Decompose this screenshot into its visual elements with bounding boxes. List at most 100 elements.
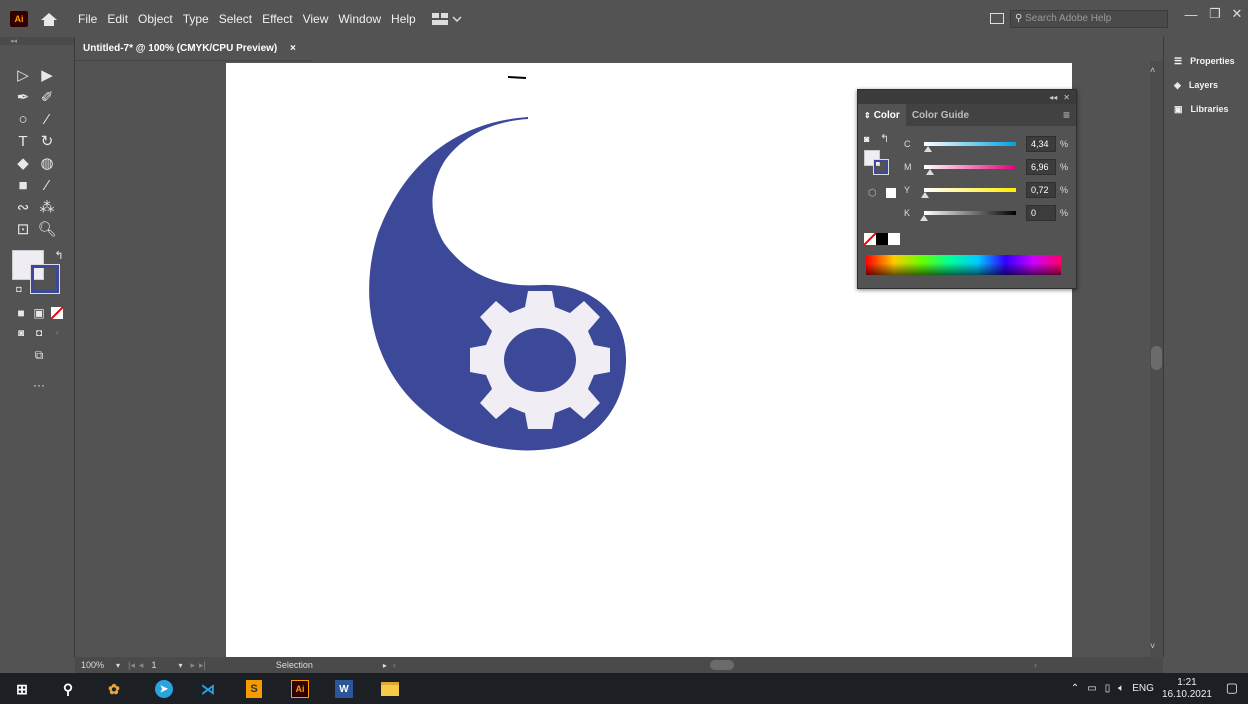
zoom-tool-icon[interactable]: 🔍︎ bbox=[36, 219, 58, 239]
telegram-icon[interactable]: ➤ bbox=[154, 679, 174, 699]
vertical-scrollbar[interactable]: ˄ ˅ bbox=[1150, 61, 1163, 657]
workspace-switcher[interactable] bbox=[431, 12, 462, 25]
draw-inside-icon[interactable]: ◦ bbox=[46, 323, 68, 343]
layers-panel-button[interactable]: ◈ Layers bbox=[1164, 73, 1248, 97]
cyan-value-field[interactable]: 4,34 bbox=[1026, 136, 1056, 152]
scroll-left-icon[interactable]: ‹ bbox=[393, 660, 396, 670]
menu-file[interactable]: File bbox=[78, 12, 97, 26]
scroll-up-icon[interactable]: ˄ bbox=[1150, 65, 1155, 75]
restore-button[interactable]: ❐ bbox=[1204, 0, 1226, 28]
pen-tool-icon[interactable]: ✒ bbox=[12, 87, 34, 107]
yellow-slider[interactable] bbox=[920, 188, 1016, 198]
menu-effect[interactable]: Effect bbox=[262, 12, 292, 26]
paint-app-icon[interactable]: ✿ bbox=[104, 679, 124, 699]
ellipse-tool-icon[interactable]: ○ bbox=[12, 109, 34, 129]
file-explorer-icon[interactable] bbox=[380, 679, 400, 699]
page-dropdown-icon[interactable]: ▾ bbox=[178, 661, 182, 670]
toolbar-grip[interactable]: ◂◂ bbox=[0, 37, 74, 45]
search-taskbar-icon[interactable]: ⚲ bbox=[58, 679, 78, 699]
close-tab-icon[interactable]: × bbox=[290, 43, 296, 54]
shape-builder-tool-icon[interactable]: ◍ bbox=[36, 153, 58, 173]
type-tool-icon[interactable]: T bbox=[12, 131, 34, 151]
cyan-slider-thumb[interactable] bbox=[924, 146, 932, 152]
magenta-value-field[interactable]: 6,96 bbox=[1026, 159, 1056, 175]
gradient-tool-icon[interactable]: ■ bbox=[12, 175, 34, 195]
properties-panel-button[interactable]: ☰ Properties bbox=[1164, 49, 1248, 73]
rotate-tool-icon[interactable]: ↻ bbox=[36, 131, 58, 151]
symbol-sprayer-tool-icon[interactable]: ⁂ bbox=[36, 197, 58, 217]
artboard-tool-icon[interactable]: ⊡ bbox=[12, 219, 34, 239]
default-fill-stroke-icon[interactable]: ◘ bbox=[8, 279, 30, 299]
menu-view[interactable]: View bbox=[303, 12, 329, 26]
gear-icon[interactable] bbox=[470, 291, 610, 429]
scroll-down-icon[interactable]: ˅ bbox=[1150, 641, 1155, 651]
minimize-button[interactable]: — bbox=[1180, 0, 1202, 28]
eyedropper-tool-icon[interactable]: ⁄ bbox=[36, 175, 58, 195]
stroke-swatch[interactable] bbox=[30, 264, 60, 294]
sublime-text-icon[interactable]: S bbox=[244, 679, 264, 699]
horizontal-scroll-thumb[interactable] bbox=[709, 660, 734, 670]
arrange-documents-icon[interactable] bbox=[990, 13, 1004, 24]
swap-colors-icon[interactable]: ↰ bbox=[880, 132, 889, 145]
close-window-button[interactable]: ✕ bbox=[1226, 0, 1248, 28]
tab-color[interactable]: ⇕ Color bbox=[858, 104, 906, 126]
magenta-slider[interactable] bbox=[924, 165, 1016, 175]
last-page-icon[interactable]: ▸| bbox=[199, 660, 206, 671]
close-panel-icon[interactable]: ✕ bbox=[1063, 93, 1070, 102]
first-page-icon[interactable]: |◂ bbox=[128, 660, 135, 671]
stroke-color-swatch[interactable] bbox=[873, 159, 889, 175]
menu-type[interactable]: Type bbox=[183, 12, 209, 26]
cyan-slider[interactable] bbox=[924, 142, 1016, 152]
dock-grip[interactable] bbox=[1164, 37, 1248, 49]
swap-fill-stroke-icon[interactable]: ↰ bbox=[48, 245, 70, 265]
home-icon[interactable] bbox=[40, 11, 58, 27]
next-page-icon[interactable]: ▸ bbox=[190, 660, 195, 671]
libraries-panel-button[interactable]: ▣ Libraries bbox=[1164, 97, 1248, 121]
web-safe-color-swatch[interactable] bbox=[886, 188, 896, 198]
menu-edit[interactable]: Edit bbox=[107, 12, 128, 26]
scroll-right-icon[interactable]: › bbox=[1034, 660, 1037, 670]
show-hidden-icons-icon[interactable]: ⌃ bbox=[1071, 683, 1079, 694]
magenta-slider-thumb[interactable] bbox=[926, 169, 935, 175]
yellow-value-field[interactable]: 0,72 bbox=[1026, 182, 1056, 198]
eraser-tool-icon[interactable]: ◆ bbox=[12, 153, 34, 173]
color-spectrum[interactable] bbox=[866, 255, 1061, 275]
document-tab[interactable]: Untitled-7* @ 100% (CMYK/CPU Preview) × bbox=[75, 37, 311, 61]
panel-menu-icon[interactable]: ≡ bbox=[1063, 108, 1070, 122]
curvature-tool-icon[interactable]: ✐ bbox=[36, 87, 58, 107]
none-swatch[interactable] bbox=[864, 233, 876, 245]
status-menu-icon[interactable]: ▸ bbox=[383, 661, 387, 670]
collapse-panel-icon[interactable]: ◂◂ bbox=[1049, 93, 1057, 102]
screen-mode-icon[interactable]: ⧉ bbox=[28, 345, 50, 365]
default-colors-icon[interactable]: ◙ bbox=[864, 134, 874, 144]
network-icon[interactable]: ▭ bbox=[1087, 683, 1096, 694]
tab-color-guide[interactable]: Color Guide bbox=[906, 104, 975, 126]
black-slider[interactable] bbox=[920, 211, 1016, 221]
search-help-input[interactable]: ⚲ Search Adobe Help bbox=[1010, 10, 1168, 28]
black-swatch[interactable] bbox=[876, 233, 888, 245]
menu-select[interactable]: Select bbox=[219, 12, 252, 26]
language-indicator[interactable]: ENG bbox=[1132, 683, 1154, 694]
notifications-icon[interactable]: ▢ bbox=[1226, 680, 1238, 696]
prev-page-icon[interactable]: ◂ bbox=[139, 660, 144, 671]
none-mode-icon[interactable] bbox=[46, 303, 68, 323]
battery-icon[interactable]: ▯ bbox=[1105, 683, 1111, 694]
page-number[interactable]: 1 bbox=[151, 660, 156, 670]
black-slider-thumb[interactable] bbox=[920, 215, 928, 221]
blend-tool-icon[interactable]: ∾ bbox=[12, 197, 34, 217]
white-swatch[interactable] bbox=[888, 233, 900, 245]
direct-selection-tool-icon[interactable]: ▶ bbox=[36, 65, 58, 85]
vscode-icon[interactable]: ⋊ bbox=[198, 679, 218, 699]
menu-help[interactable]: Help bbox=[391, 12, 416, 26]
clock[interactable]: 1:21 16.10.2021 bbox=[1162, 677, 1212, 701]
volume-icon[interactable]: 🔈︎ bbox=[1118, 683, 1124, 694]
out-of-gamut-icon[interactable]: ⬡ bbox=[868, 188, 877, 199]
zoom-dropdown-icon[interactable]: ▾ bbox=[116, 661, 120, 670]
menu-object[interactable]: Object bbox=[138, 12, 173, 26]
selection-tool-icon[interactable]: ▷ bbox=[12, 65, 34, 85]
menu-window[interactable]: Window bbox=[338, 12, 381, 26]
word-icon[interactable]: W bbox=[334, 679, 354, 699]
edit-toolbar-icon[interactable]: ··· bbox=[28, 375, 50, 395]
illustrator-taskbar-icon[interactable]: Ai bbox=[290, 679, 310, 699]
windows-start-icon[interactable]: ⊞ bbox=[12, 679, 32, 699]
